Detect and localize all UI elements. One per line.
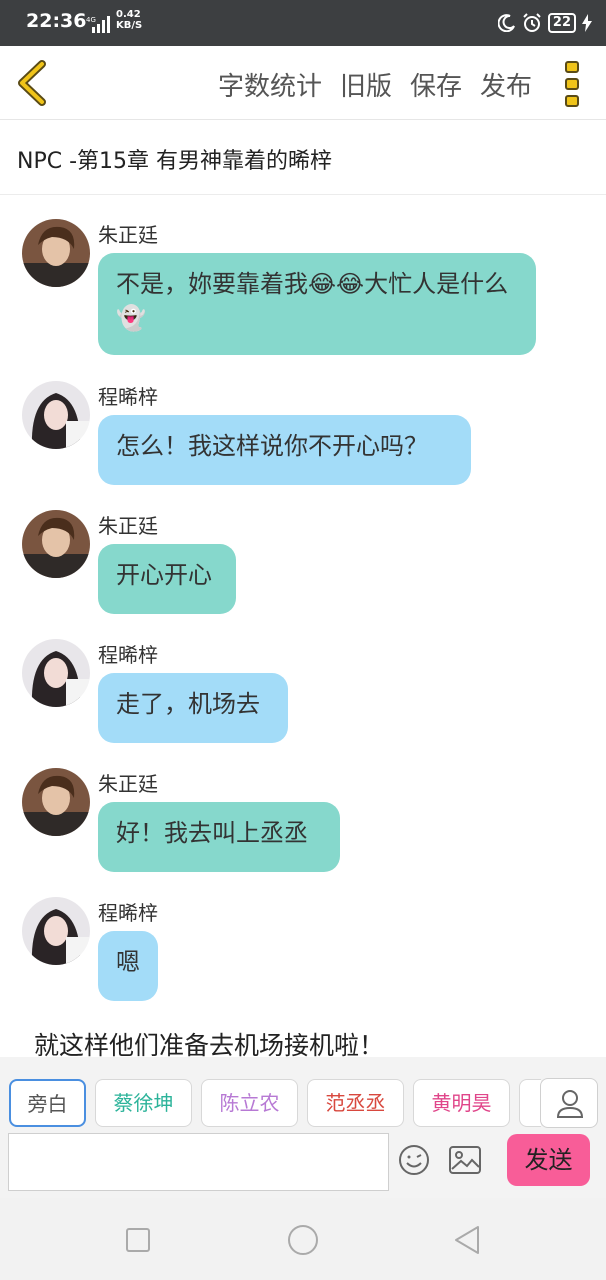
sender-name: 程晞梓 bbox=[98, 901, 158, 925]
role-chip[interactable]: 范丞丞 bbox=[307, 1079, 404, 1127]
message-bubble: 嗯 bbox=[98, 931, 158, 1001]
sender-name: 朱正廷 bbox=[98, 772, 158, 796]
battery-level: 22 bbox=[547, 13, 576, 33]
avatar-female-icon bbox=[22, 639, 90, 707]
role-chip[interactable]: 蔡徐坤 bbox=[95, 1079, 192, 1127]
avatar-cheng-xizi[interactable] bbox=[22, 897, 90, 965]
toolbar: 字数统计 旧版 保存 发布 bbox=[218, 66, 532, 103]
message-bubble: 走了，机场去 bbox=[98, 673, 288, 743]
send-button[interactable]: 发送 bbox=[507, 1134, 590, 1186]
net-speed: 0.42 KB/S bbox=[116, 9, 142, 31]
image-icon[interactable] bbox=[448, 1145, 482, 1175]
editor-header: 字数统计 旧版 保存 发布 bbox=[0, 46, 606, 120]
chapter-title: NPC -第15章 有男神靠着的晞梓 bbox=[17, 149, 333, 174]
net-speed-unit: KB/S bbox=[116, 20, 143, 31]
alarm-icon bbox=[523, 13, 541, 32]
avatar-zhu-zhengting[interactable] bbox=[22, 768, 90, 836]
home-icon[interactable] bbox=[285, 1222, 321, 1258]
word-count-button[interactable]: 字数统计 bbox=[218, 66, 322, 103]
sender-name: 程晞梓 bbox=[98, 385, 158, 409]
more-menu-icon[interactable] bbox=[562, 60, 584, 108]
role-chip-narrator[interactable]: 旁白 bbox=[9, 1079, 86, 1127]
charging-icon bbox=[582, 14, 592, 32]
save-button[interactable]: 保存 bbox=[410, 66, 462, 103]
system-nav-bar bbox=[0, 1198, 606, 1280]
role-chip[interactable]: 黄明昊 bbox=[413, 1079, 510, 1127]
old-version-button[interactable]: 旧版 bbox=[340, 66, 392, 103]
avatar-female-icon bbox=[22, 897, 90, 965]
back-icon[interactable] bbox=[450, 1222, 486, 1258]
recent-apps-icon[interactable] bbox=[120, 1222, 156, 1258]
add-role-button[interactable] bbox=[540, 1078, 598, 1128]
sender-name: 朱正廷 bbox=[98, 514, 158, 538]
avatar-zhu-zhengting[interactable] bbox=[22, 219, 90, 287]
moon-icon bbox=[497, 14, 515, 32]
emoji-icon[interactable] bbox=[398, 1144, 430, 1176]
back-arrow-icon[interactable] bbox=[14, 60, 54, 106]
avatar-male-icon bbox=[22, 219, 90, 287]
signal-icon: 4G bbox=[86, 16, 110, 33]
role-selector: 旁白 蔡徐坤 陈立农 范丞丞 黄明昊 bbox=[9, 1079, 541, 1129]
sender-name: 程晞梓 bbox=[98, 643, 158, 667]
chapter-title-bar[interactable]: NPC -第15章 有男神靠着的晞梓 bbox=[0, 121, 606, 195]
avatar-cheng-xizi[interactable] bbox=[22, 639, 90, 707]
message-bubble: 不是，妳要靠着我😂😂大忙人是什么👻 bbox=[98, 253, 536, 355]
avatar-male-icon bbox=[22, 510, 90, 578]
role-chip[interactable]: 陈立农 bbox=[201, 1079, 298, 1127]
status-bar: 22:36 4G 0.42 KB/S 22 bbox=[0, 0, 606, 46]
role-chip-partial[interactable] bbox=[519, 1079, 541, 1127]
user-icon bbox=[556, 1090, 584, 1118]
avatar-zhu-zhengting[interactable] bbox=[22, 510, 90, 578]
avatar-female-icon bbox=[22, 381, 90, 449]
composer: 旁白 蔡徐坤 陈立农 范丞丞 黄明昊 发送 bbox=[0, 1057, 606, 1198]
net-speed-value: 0.42 bbox=[116, 9, 141, 20]
publish-button[interactable]: 发布 bbox=[480, 66, 532, 103]
avatar-cheng-xizi[interactable] bbox=[22, 381, 90, 449]
message-input[interactable] bbox=[8, 1133, 389, 1191]
message-bubble: 开心开心 bbox=[98, 544, 236, 614]
sender-name: 朱正廷 bbox=[98, 223, 158, 247]
avatar-male-icon bbox=[22, 768, 90, 836]
status-icons: 22 bbox=[497, 12, 592, 34]
status-time: 22:36 bbox=[26, 10, 87, 32]
network-type: 4G bbox=[86, 16, 96, 24]
message-bubble: 怎么！我这样说你不开心吗？ bbox=[98, 415, 471, 485]
message-bubble: 好！我去叫上丞丞 bbox=[98, 802, 340, 872]
